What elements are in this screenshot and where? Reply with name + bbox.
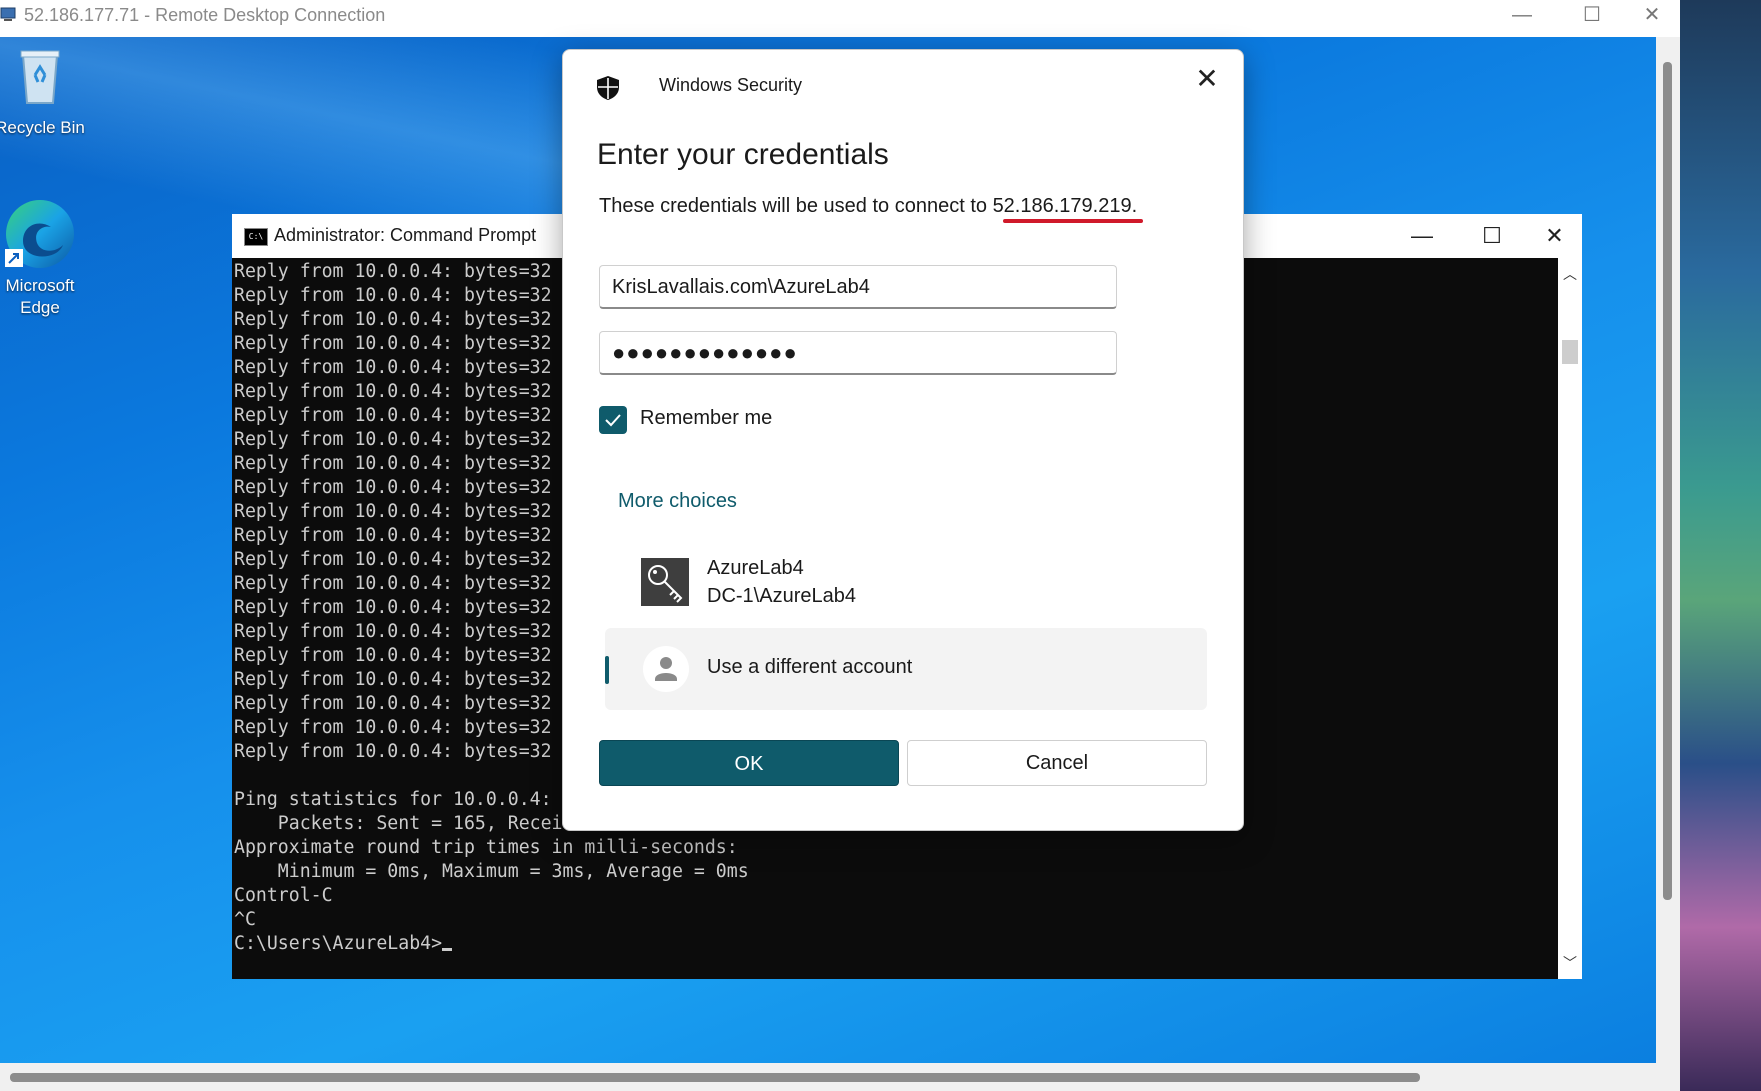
cmd-line: ^C: [234, 909, 256, 930]
cmd-line: Packets: Sent = 165, Recei: [234, 813, 563, 834]
ok-button[interactable]: OK: [599, 740, 899, 786]
remote-desktop-icon: [0, 7, 16, 21]
dialog-heading: Enter your credentials: [597, 138, 889, 171]
selection-marker: [605, 656, 609, 684]
rdp-maximize-button[interactable]: ☐: [1557, 0, 1627, 30]
cmd-vertical-scrollbar[interactable]: ︿ ﹀: [1558, 258, 1582, 979]
info-suffix: .: [1131, 195, 1138, 217]
cmd-line: Reply from 10.0.0.4: bytes=32: [234, 621, 552, 642]
scroll-down-arrow-icon[interactable]: ﹀: [1558, 953, 1582, 973]
remember-me-label[interactable]: Remember me: [640, 407, 772, 430]
rdp-horizontal-scroll-thumb[interactable]: [10, 1073, 1420, 1082]
use-different-account-option[interactable]: Use a different account: [605, 628, 1207, 710]
cmd-line: Ping statistics for 10.0.0.4:: [234, 789, 552, 810]
cmd-minimize-button[interactable]: —: [1387, 214, 1457, 258]
cmd-close-button[interactable]: ✕: [1527, 214, 1582, 258]
cmd-window-title: Administrator: Command Prompt: [274, 225, 537, 245]
cmd-line: Reply from 10.0.0.4: bytes=32: [234, 261, 552, 282]
cmd-line: Reply from 10.0.0.4: bytes=32: [234, 741, 552, 762]
desktop-icon-edge[interactable]: Microsoft Edge: [0, 197, 88, 319]
info-prefix: These credentials will be used to connec…: [599, 195, 993, 217]
cmd-line: Reply from 10.0.0.4: bytes=32: [234, 597, 552, 618]
password-field[interactable]: ●●●●●●●●●●●●●: [599, 331, 1117, 375]
cmd-line: Control-C: [234, 885, 333, 906]
dialog-app-name: Windows Security: [659, 75, 803, 95]
cmd-app-icon: C:\: [244, 228, 268, 246]
remember-me-checkbox[interactable]: [599, 406, 627, 434]
cmd-line: Reply from 10.0.0.4: bytes=32: [234, 525, 552, 546]
key-icon: [641, 558, 689, 606]
ip-highlight-underline: [1003, 219, 1143, 223]
cmd-line: Reply from 10.0.0.4: bytes=32: [234, 477, 552, 498]
rdp-vertical-scroll-thumb[interactable]: [1663, 62, 1672, 900]
account-domain: DC-1\AzureLab4: [707, 585, 856, 607]
windows-security-dialog[interactable]: Windows Security ✕ Enter your credential…: [562, 49, 1244, 831]
edge-label-line2: Edge: [20, 298, 60, 317]
scroll-up-arrow-icon[interactable]: ︿: [1558, 264, 1582, 284]
rdp-titlebar: 52.186.177.71 - Remote Desktop Connectio…: [0, 0, 1680, 37]
username-value: KrisLavallais.com\AzureLab4: [612, 276, 870, 298]
target-ip: 52.186.179.219: [992, 195, 1132, 217]
cmd-line: Reply from 10.0.0.4: bytes=32: [234, 429, 552, 450]
person-icon: [655, 657, 677, 681]
cancel-button[interactable]: Cancel: [907, 740, 1207, 786]
text-cursor: [442, 948, 453, 951]
cmd-line: Reply from 10.0.0.4: bytes=32: [234, 405, 552, 426]
cmd-line: Reply from 10.0.0.4: bytes=32: [234, 693, 552, 714]
cmd-line: Reply from 10.0.0.4: bytes=32: [234, 645, 552, 666]
cmd-line: Reply from 10.0.0.4: bytes=32: [234, 333, 552, 354]
cmd-scroll-thumb[interactable]: [1562, 340, 1578, 364]
cmd-prompt-line: C:\Users\AzureLab4>: [234, 933, 443, 954]
shield-icon: [597, 76, 619, 100]
cmd-line: Reply from 10.0.0.4: bytes=32: [234, 717, 552, 738]
edge-label-line1: Microsoft: [5, 276, 75, 295]
username-field[interactable]: KrisLavallais.com\AzureLab4: [599, 265, 1117, 309]
account-name: AzureLab4: [707, 557, 804, 579]
recycle-bin-label: Recycle Bin: [0, 118, 85, 137]
cmd-line: Reply from 10.0.0.4: bytes=32: [234, 357, 552, 378]
checkmark-icon: [605, 414, 621, 427]
cmd-line: Reply from 10.0.0.4: bytes=32: [234, 549, 552, 570]
host-desktop-wallpaper: [1680, 0, 1761, 1091]
edge-icon: [5, 200, 74, 268]
desktop-icon-recycle-bin[interactable]: Recycle Bin: [0, 45, 88, 139]
rdp-close-button[interactable]: ✕: [1627, 0, 1677, 30]
dialog-info-text: These credentials will be used to connec…: [599, 195, 1137, 218]
cmd-line: Reply from 10.0.0.4: bytes=32: [234, 381, 552, 402]
cmd-line: Minimum = 0ms, Maximum = 3ms, Average = …: [234, 861, 749, 882]
password-value: ●●●●●●●●●●●●●: [612, 340, 798, 365]
different-account-label: Use a different account: [707, 656, 913, 678]
cmd-line: Reply from 10.0.0.4: bytes=32: [234, 453, 552, 474]
rdp-window-title: 52.186.177.71 - Remote Desktop Connectio…: [24, 5, 386, 25]
cmd-line: Reply from 10.0.0.4: bytes=32: [234, 285, 552, 306]
cmd-line: Reply from 10.0.0.4: bytes=32: [234, 669, 552, 690]
cmd-line: Reply from 10.0.0.4: bytes=32: [234, 573, 552, 594]
cmd-line: Reply from 10.0.0.4: bytes=32: [234, 501, 552, 522]
more-choices-link[interactable]: More choices: [618, 490, 737, 513]
dialog-close-button[interactable]: ✕: [1189, 62, 1225, 98]
cmd-line: Approximate round trip times in milli-se…: [234, 837, 738, 858]
recycle-bin-icon: [20, 50, 60, 104]
cmd-maximize-button[interactable]: ☐: [1457, 214, 1527, 258]
cmd-line: Reply from 10.0.0.4: bytes=32: [234, 309, 552, 330]
rdp-minimize-button[interactable]: —: [1487, 0, 1557, 30]
